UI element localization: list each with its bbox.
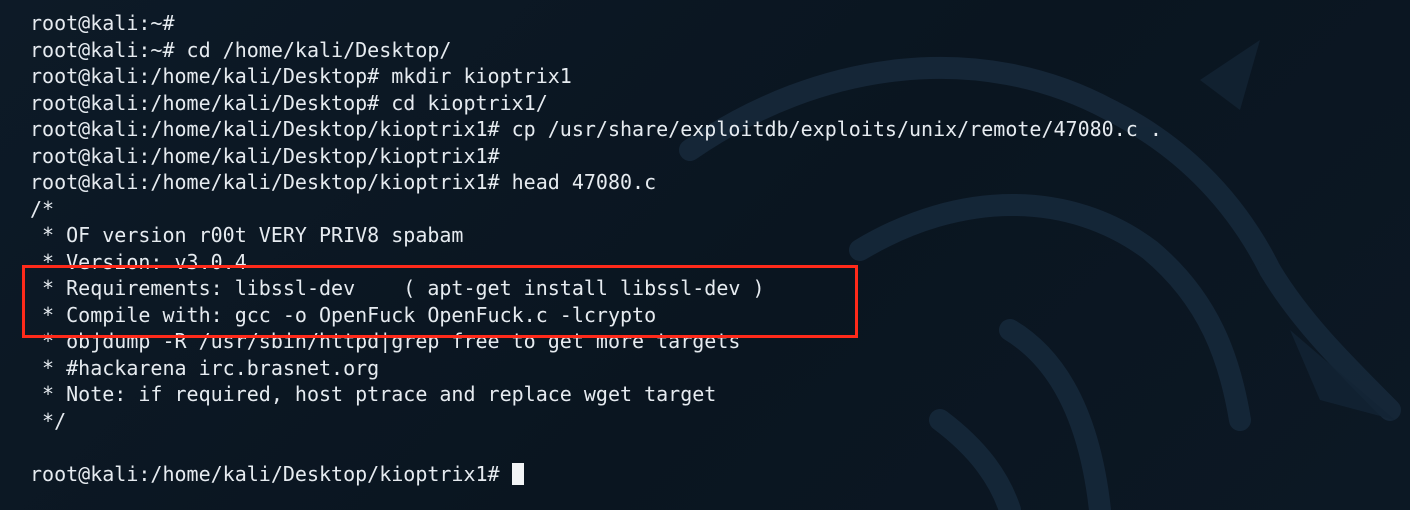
terminal-blank-line — [30, 434, 1162, 461]
terminal-line-highlighted: * Compile with: gcc -o OpenFuck OpenFuck… — [30, 302, 657, 327]
terminal-line: * #hackarena irc.brasnet.org — [30, 355, 380, 380]
terminal-line: /* — [30, 196, 55, 221]
terminal-line: * OF version r00t VERY PRIV8 spabam — [30, 223, 464, 247]
terminal-line: root@kali:/home/kali/Desktop# mkdir kiop… — [30, 64, 572, 88]
terminal-prompt: root@kali:/home/kali/Desktop/kioptrix1# — [30, 461, 512, 486]
terminal-line: root@kali:/home/kali/Desktop/kioptrix1# … — [30, 117, 1162, 141]
terminal-line: * Note: if required, host ptrace and rep… — [30, 382, 717, 406]
terminal-window[interactable]: root@kali:~# root@kali:~# cd /home/kali/… — [0, 0, 1410, 510]
terminal-line: root@kali:~# cd /home/kali/Desktop/ — [30, 37, 452, 62]
terminal-line: root@kali:~# — [30, 11, 175, 35]
terminal-line: * Version: v3.0.4 — [30, 249, 247, 274]
terminal-line: root@kali:/home/kali/Desktop# cd kioptri… — [30, 90, 548, 115]
terminal-cursor — [511, 462, 524, 485]
terminal-prompt-line[interactable]: root@kali:/home/kali/Desktop/kioptrix1# — [30, 461, 1162, 488]
terminal-output: root@kali:~# root@kali:~# cd /home/kali/… — [30, 10, 1162, 487]
terminal-line: * objdump -R /usr/sbin/httpd|grep free t… — [30, 329, 741, 353]
terminal-line: */ — [30, 408, 67, 433]
terminal-line: root@kali:/home/kali/Desktop/kioptrix1# … — [30, 170, 657, 194]
terminal-line-highlighted: * Requirements: libssl-dev ( apt-get ins… — [30, 276, 765, 300]
terminal-line: root@kali:/home/kali/Desktop/kioptrix1# — [30, 143, 500, 168]
